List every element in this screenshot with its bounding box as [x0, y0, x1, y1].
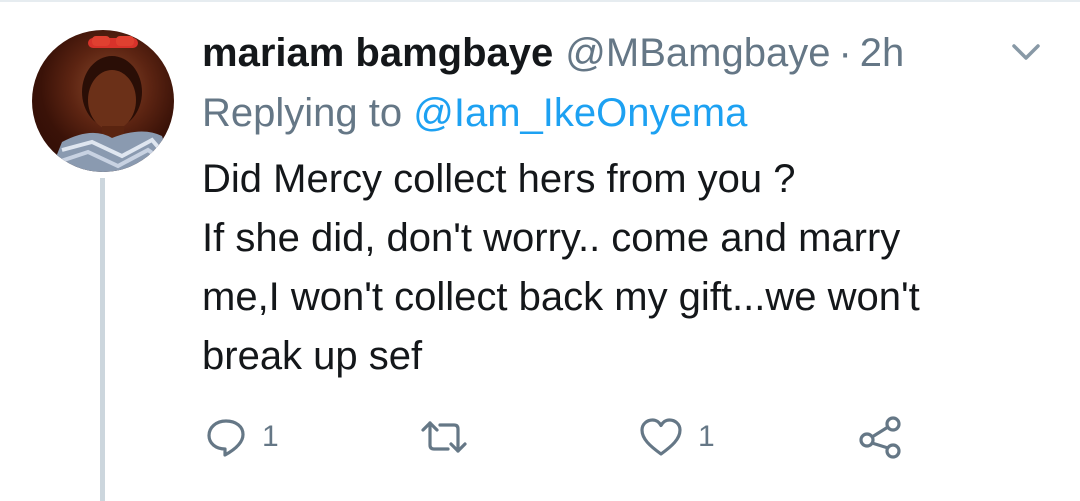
tweet-text-line: Did Mercy collect hers from you ? [202, 157, 796, 201]
like-count: 1 [698, 420, 715, 453]
avatar[interactable] [32, 30, 174, 172]
share-icon [858, 415, 904, 459]
reply-button[interactable]: 1 [204, 412, 279, 462]
author-handle[interactable]: @MBamgbaye [565, 26, 830, 80]
like-icon [638, 415, 684, 459]
thread-line [100, 178, 105, 501]
header-separator: · [838, 31, 852, 75]
reply-icon [204, 415, 248, 459]
reply-mention-link[interactable]: @Iam_IkeOnyema [413, 91, 747, 135]
reply-count: 1 [262, 420, 279, 453]
author-name[interactable]: mariam bamgbaye [202, 26, 553, 80]
chevron-down-icon[interactable] [1008, 36, 1044, 66]
tweet-time[interactable]: 2h [860, 26, 905, 80]
tweet-text-line: If she did, don't worry.. come and marry [202, 216, 901, 260]
share-button[interactable] [858, 412, 904, 462]
like-button[interactable]: 1 [638, 412, 715, 462]
replying-prefix: Replying to [202, 91, 403, 135]
tweet-actions: 1 1 [202, 412, 962, 462]
tweet-text-line: me,I won't collect back my gift...we won… [202, 275, 920, 319]
replying-to-line: Replying to @Iam_IkeOnyema [202, 86, 747, 140]
retweet-button[interactable] [420, 412, 482, 462]
retweet-icon [420, 415, 468, 459]
tweet-text-line: break up sef [202, 334, 423, 378]
tweet-text: Did Mercy collect hers from you ? If she… [202, 150, 1042, 386]
tweet-header: mariam bamgbaye @MBamgbaye · 2h [202, 26, 904, 80]
top-divider [0, 0, 1080, 2]
